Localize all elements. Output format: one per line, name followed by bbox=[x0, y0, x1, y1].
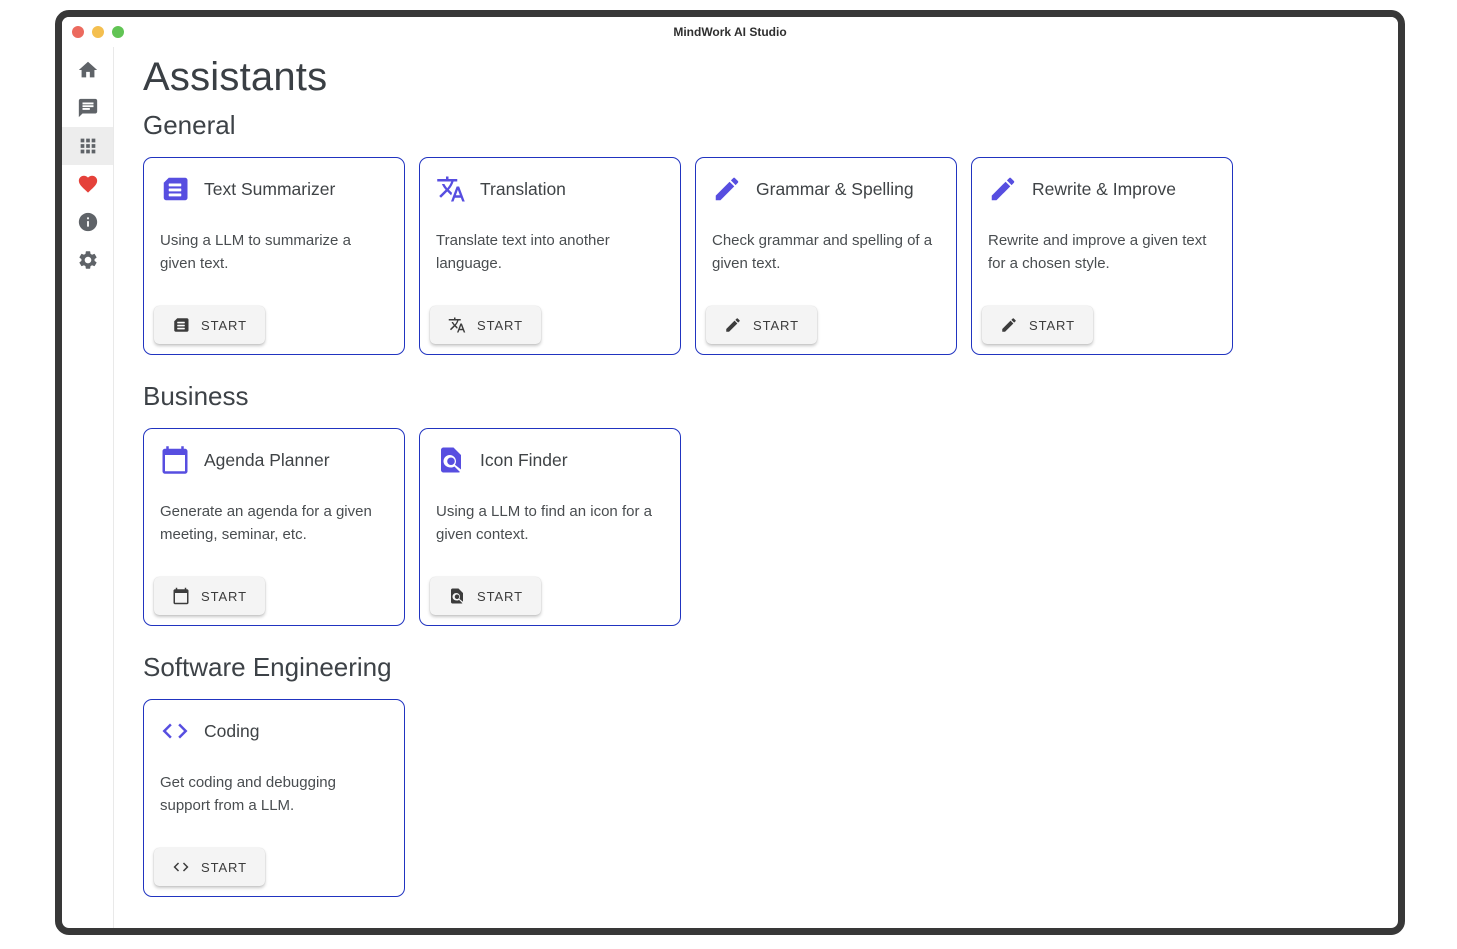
start-icon-finder-button[interactable]: START bbox=[430, 577, 541, 615]
card-title: Rewrite & Improve bbox=[1032, 179, 1176, 200]
main-content: Assistants General Text Summarizer Using… bbox=[114, 47, 1398, 928]
app-window: MindWork AI Studio Assistants bbox=[55, 10, 1405, 935]
titlebar: MindWork AI Studio bbox=[62, 17, 1398, 47]
section-title-software-engineering: Software Engineering bbox=[143, 652, 1378, 683]
card-description: Get coding and debugging support from a … bbox=[160, 772, 388, 817]
card-description: Using a LLM to summarize a given text. bbox=[160, 230, 388, 275]
info-icon bbox=[77, 211, 99, 233]
start-agenda-planner-button[interactable]: START bbox=[154, 577, 265, 615]
pencil-icon bbox=[988, 174, 1018, 204]
chat-icon bbox=[77, 97, 99, 119]
section-title-business: Business bbox=[143, 381, 1378, 412]
card-description: Generate an agenda for a given meeting, … bbox=[160, 501, 388, 546]
apps-grid-icon bbox=[77, 135, 99, 157]
card-translation: Translation Translate text into another … bbox=[419, 157, 681, 355]
window-title: MindWork AI Studio bbox=[62, 17, 1398, 47]
card-title: Text Summarizer bbox=[204, 179, 335, 200]
find-icon bbox=[436, 445, 466, 475]
pencil-icon bbox=[724, 316, 742, 334]
card-text-summarizer: Text Summarizer Using a LLM to summarize… bbox=[143, 157, 405, 355]
code-icon bbox=[172, 858, 190, 876]
code-icon bbox=[160, 716, 190, 746]
page-title: Assistants bbox=[143, 55, 1378, 100]
find-icon bbox=[448, 587, 466, 605]
calendar-icon bbox=[172, 587, 190, 605]
card-title: Icon Finder bbox=[480, 450, 568, 471]
card-description: Using a LLM to find an icon for a given … bbox=[436, 501, 664, 546]
sidebar-item-assistants[interactable] bbox=[62, 127, 113, 165]
card-grammar-spelling: Grammar & Spelling Check grammar and spe… bbox=[695, 157, 957, 355]
calendar-icon bbox=[160, 445, 190, 475]
card-rewrite-improve: Rewrite & Improve Rewrite and improve a … bbox=[971, 157, 1233, 355]
start-rewrite-improve-button[interactable]: START bbox=[982, 306, 1093, 344]
start-grammar-spelling-button[interactable]: START bbox=[706, 306, 817, 344]
translate-icon bbox=[436, 174, 466, 204]
card-row-software-engineering: Coding Get coding and debugging support … bbox=[143, 699, 1378, 897]
pencil-icon bbox=[1000, 316, 1018, 334]
card-row-general: Text Summarizer Using a LLM to summarize… bbox=[143, 157, 1378, 355]
start-text-summarizer-button[interactable]: START bbox=[154, 306, 265, 344]
card-title: Agenda Planner bbox=[204, 450, 330, 471]
card-title: Translation bbox=[480, 179, 566, 200]
sidebar-item-home[interactable] bbox=[62, 51, 113, 89]
card-description: Translate text into another language. bbox=[436, 230, 664, 275]
card-description: Rewrite and improve a given text for a c… bbox=[988, 230, 1216, 275]
card-title: Grammar & Spelling bbox=[756, 179, 914, 200]
section-title-general: General bbox=[143, 110, 1378, 141]
sidebar-item-favorites[interactable] bbox=[62, 165, 113, 203]
start-translation-button[interactable]: START bbox=[430, 306, 541, 344]
sidebar-item-settings[interactable] bbox=[62, 241, 113, 279]
card-row-business: Agenda Planner Generate an agenda for a … bbox=[143, 428, 1378, 626]
translate-icon bbox=[448, 316, 466, 334]
heart-icon bbox=[77, 173, 99, 195]
card-agenda-planner: Agenda Planner Generate an agenda for a … bbox=[143, 428, 405, 626]
sidebar bbox=[62, 47, 114, 928]
card-coding: Coding Get coding and debugging support … bbox=[143, 699, 405, 897]
card-title: Coding bbox=[204, 721, 259, 742]
home-icon bbox=[77, 59, 99, 81]
pencil-icon bbox=[712, 174, 742, 204]
start-coding-button[interactable]: START bbox=[154, 848, 265, 886]
sidebar-item-chats[interactable] bbox=[62, 89, 113, 127]
document-lines-icon bbox=[172, 316, 190, 334]
card-description: Check grammar and spelling of a given te… bbox=[712, 230, 940, 275]
document-lines-icon bbox=[160, 174, 190, 204]
sidebar-item-about[interactable] bbox=[62, 203, 113, 241]
settings-gear-icon bbox=[77, 249, 99, 271]
card-icon-finder: Icon Finder Using a LLM to find an icon … bbox=[419, 428, 681, 626]
